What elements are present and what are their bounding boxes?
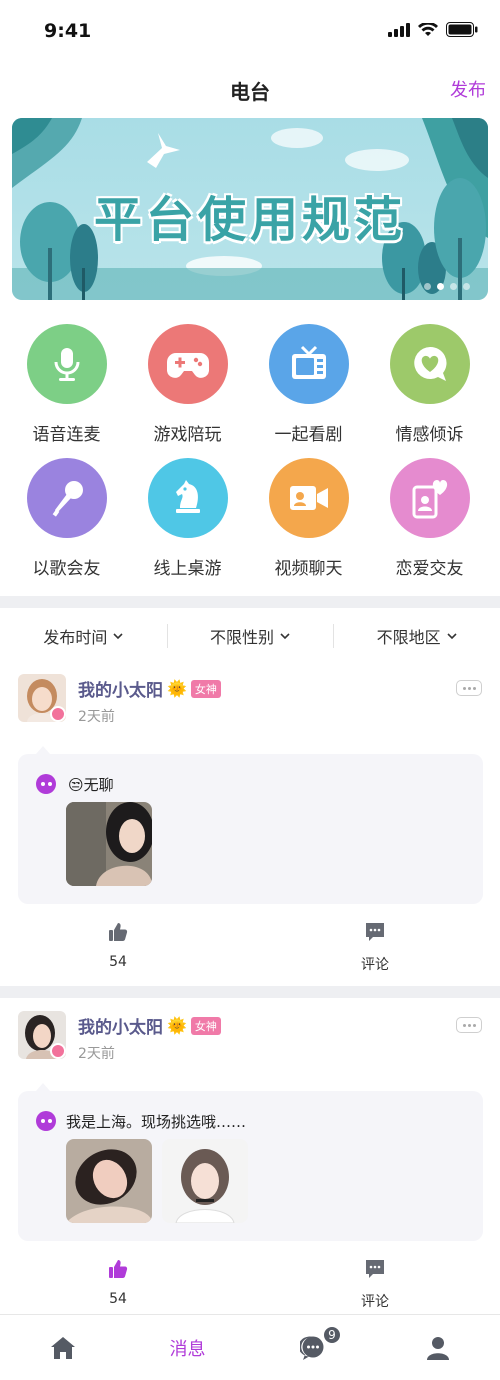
- post-text: 我是上海。现场挑选哦……: [66, 1113, 247, 1131]
- radio-icon: [36, 774, 56, 794]
- publish-button[interactable]: 发布: [450, 76, 486, 102]
- like-count: 54: [109, 954, 127, 970]
- category-dating[interactable]: 恋爱交友: [367, 458, 492, 579]
- thumbs-up-icon: [109, 1260, 128, 1278]
- category-label: 视频聊天: [274, 559, 343, 579]
- banner-dot[interactable]: [463, 283, 470, 290]
- category-label: 语音连麦: [32, 425, 101, 445]
- post-content[interactable]: 我是上海。现场挑选哦……: [18, 1083, 483, 1241]
- filter-publish-time[interactable]: 发布时间: [0, 610, 167, 662]
- status-icons: [388, 22, 478, 37]
- sun-emoji-icon: 🌞: [167, 1016, 187, 1035]
- category-label: 恋爱交友: [395, 559, 464, 579]
- chevron-down-icon: [447, 632, 457, 639]
- heart-chat-icon: [389, 324, 470, 404]
- tab-bar: 消息 9: [0, 1314, 500, 1380]
- author-name: 我的小太阳: [78, 1018, 163, 1038]
- category-game[interactable]: 游戏陪玩: [125, 324, 250, 445]
- post-actions: 54 评论: [0, 1259, 500, 1315]
- comment-label: 评论: [361, 957, 389, 973]
- author-name: 我的小太阳: [78, 681, 163, 701]
- category-label: 情感倾诉: [395, 425, 464, 445]
- banner-pagination[interactable]: [424, 283, 470, 290]
- female-badge-icon: [50, 1043, 66, 1059]
- category-sing[interactable]: 以歌会友: [4, 458, 129, 579]
- category-video-chat[interactable]: 视频聊天: [246, 458, 371, 579]
- gamepad-icon: [147, 324, 228, 404]
- tab-messages[interactable]: 消息: [125, 1315, 250, 1380]
- comment-label: 评论: [361, 1294, 389, 1310]
- filter-gender[interactable]: 不限性别: [166, 610, 334, 662]
- goddess-badge: 女神: [190, 679, 221, 698]
- filter-label: 不限性别: [210, 628, 275, 647]
- category-label: 线上桌游: [153, 559, 222, 579]
- comment-icon: [366, 923, 384, 941]
- banner-dot[interactable]: [450, 283, 457, 290]
- nav-header: 电台 发布: [0, 64, 500, 114]
- karaoke-mic-icon: [26, 458, 107, 538]
- tab-chat[interactable]: 9: [250, 1315, 375, 1380]
- filter-label: 不限地区: [376, 628, 441, 647]
- tab-home[interactable]: [0, 1315, 125, 1380]
- banner-dot-active[interactable]: [437, 283, 444, 290]
- goddess-badge: 女神: [190, 1016, 221, 1035]
- chevron-down-icon: [280, 632, 290, 639]
- unread-badge: 9: [322, 1325, 342, 1345]
- wifi-icon: [418, 22, 438, 36]
- page-title: 电台: [230, 80, 270, 104]
- section-divider: [0, 986, 500, 998]
- post-time: 2天前: [78, 709, 115, 725]
- category-label: 以歌会友: [32, 559, 101, 579]
- post-author[interactable]: 我的小太阳 🌞 女神: [78, 676, 221, 701]
- category-board-game[interactable]: 线上桌游: [125, 458, 250, 579]
- banner-title: 平台使用规范: [93, 192, 406, 248]
- thumbs-up-icon: [109, 923, 128, 941]
- category-label: 游戏陪玩: [153, 425, 222, 445]
- status-time: 9:41: [44, 20, 92, 42]
- category-emotion[interactable]: 情感倾诉: [367, 324, 492, 445]
- person-icon: [426, 1336, 449, 1360]
- chevron-down-icon: [113, 632, 123, 639]
- comment-button[interactable]: 评论: [335, 922, 415, 974]
- category-voice-mic[interactable]: 语音连麦: [4, 324, 129, 445]
- section-divider: [0, 596, 500, 608]
- post-actions: 54 评论: [0, 922, 500, 978]
- post-author[interactable]: 我的小太阳 🌞 女神: [78, 1013, 221, 1038]
- post-image[interactable]: [162, 1139, 248, 1223]
- category-watch-drama[interactable]: 一起看剧: [246, 324, 371, 445]
- like-count: 54: [109, 1291, 127, 1307]
- post-content[interactable]: 😒无聊: [18, 746, 483, 904]
- post-image[interactable]: [66, 802, 152, 886]
- more-options-button[interactable]: [456, 680, 482, 696]
- home-icon: [50, 1336, 75, 1359]
- tab-profile[interactable]: [375, 1315, 500, 1380]
- battery-icon: [446, 22, 478, 37]
- radio-icon: [36, 1111, 56, 1131]
- filter-label: 发布时间: [43, 628, 108, 647]
- status-bar: 9:41: [0, 0, 500, 64]
- chess-knight-icon: [147, 458, 228, 538]
- like-button[interactable]: 54: [78, 922, 158, 970]
- like-button[interactable]: 54: [78, 1259, 158, 1307]
- more-options-button[interactable]: [456, 1017, 482, 1033]
- banner-dot[interactable]: [424, 283, 431, 290]
- female-badge-icon: [50, 706, 66, 722]
- sun-emoji-icon: 🌞: [167, 679, 187, 698]
- comment-icon: [366, 1260, 384, 1278]
- banner-carousel[interactable]: 平台使用规范: [12, 118, 488, 300]
- love-card-icon: [389, 458, 470, 538]
- filter-region[interactable]: 不限地区: [333, 610, 500, 662]
- filter-bar: 发布时间 不限性别 不限地区: [0, 610, 500, 662]
- video-camera-icon: [268, 458, 349, 538]
- category-label: 一起看剧: [274, 425, 343, 445]
- signal-icon: [388, 22, 410, 37]
- post-text: 😒无聊: [68, 776, 114, 794]
- comment-button[interactable]: 评论: [335, 1259, 415, 1311]
- post-time: 2天前: [78, 1046, 115, 1062]
- tab-label: 消息: [169, 1338, 206, 1360]
- microphone-icon: [26, 324, 107, 404]
- tv-icon: [268, 324, 349, 404]
- post-image[interactable]: [66, 1139, 152, 1223]
